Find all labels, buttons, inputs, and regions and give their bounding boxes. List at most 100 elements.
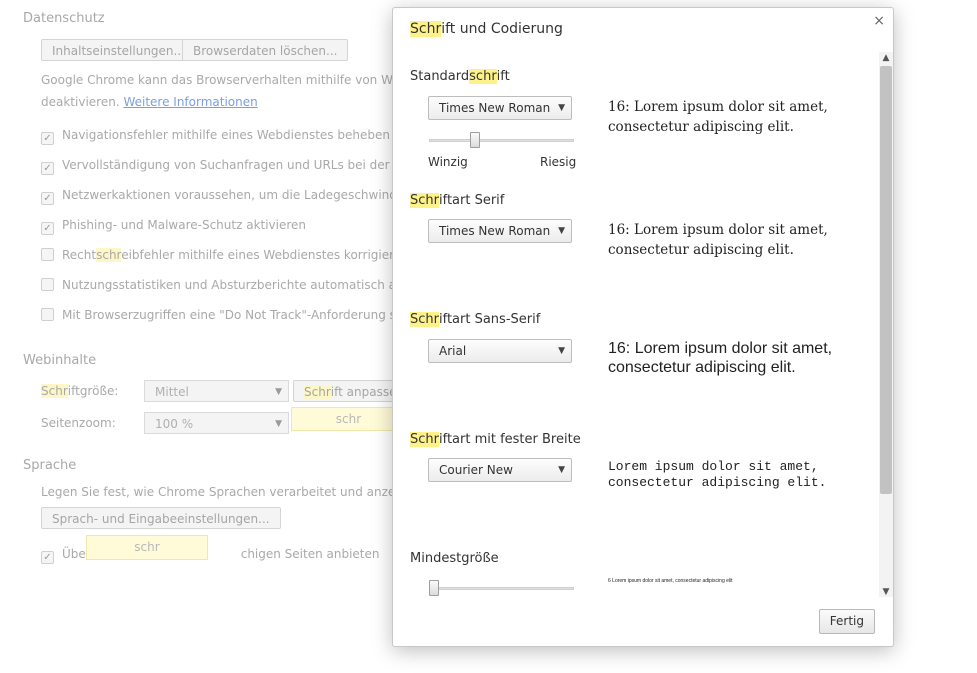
slider-track[interactable]: [429, 587, 574, 590]
chevron-down-icon: ▼: [558, 103, 565, 113]
page-zoom-value: 100 %: [155, 417, 194, 431]
chevron-down-icon: ▼: [275, 419, 282, 429]
dialog-content: Standardschrift Times New Roman ▼ 16: Lor…: [393, 52, 879, 597]
page-zoom-select[interactable]: 100 % ▼: [144, 412, 289, 434]
language-description: Legen Sie fest, wie Chrome Sprachen vera…: [41, 485, 415, 499]
scroll-up-icon[interactable]: ▲: [879, 53, 893, 63]
search-highlight: Schr: [304, 385, 331, 399]
standard-font-label-pre: Standard: [410, 69, 470, 84]
serif-font-label: Schriftart Serif: [410, 193, 504, 208]
checkbox-unchecked-icon[interactable]: [41, 248, 54, 261]
checkbox-usage-stats[interactable]: Nutzungsstatistiken und Absturzberichte …: [41, 278, 439, 292]
slider-track[interactable]: [429, 139, 574, 142]
checkbox-phishing-protection[interactable]: ✓ Phishing- und Malware-Schutz aktivieren: [41, 218, 306, 235]
content-settings-button[interactable]: Inhaltseinstellungen...: [41, 39, 196, 61]
slider-handle[interactable]: [429, 580, 439, 596]
checkbox-label-tail: chigen Seiten anbieten: [240, 547, 380, 561]
checkbox-label: Phishing- und Malware-Schutz aktivieren: [62, 218, 307, 232]
scrollbar-thumb[interactable]: [880, 66, 892, 494]
dialog-title-rest: ift und Codierung: [441, 21, 563, 37]
fonts-and-encoding-dialog: Schrift und Codierung × Standardschrift …: [392, 7, 894, 647]
page-zoom-label: Seitenzoom:: [41, 416, 116, 430]
checkbox-unchecked-icon[interactable]: [41, 278, 54, 291]
scroll-down-icon[interactable]: ▼: [879, 587, 893, 597]
search-highlight: Schr: [410, 193, 439, 208]
font-size-label: Schriftgröße:: [41, 384, 118, 398]
standard-font-select[interactable]: Times New Roman ▼: [428, 96, 572, 120]
sans-serif-font-select[interactable]: Arial ▼: [428, 339, 572, 363]
close-icon[interactable]: ×: [873, 13, 885, 29]
font-size-value: Mittel: [155, 385, 189, 399]
checkbox-label: Netzwerkaktionen voraussehen, um die Lad…: [62, 188, 440, 202]
checkbox-checked-icon[interactable]: ✓: [41, 132, 54, 145]
chevron-down-icon: ▼: [558, 226, 565, 236]
fixed-width-font-value: Courier New: [439, 463, 513, 477]
search-highlight: Schr: [410, 21, 442, 37]
clear-browsing-data-button[interactable]: Browserdaten löschen...: [182, 39, 349, 61]
standard-font-label-post: ift: [496, 69, 510, 84]
checkbox-checked-icon[interactable]: ✓: [41, 162, 54, 175]
standard-font-sample: 16: Lorem ipsum dolor sit amet, consecte…: [608, 99, 828, 135]
fixed-width-font-select[interactable]: Courier New ▼: [428, 458, 572, 482]
minimum-size-sample: 6 Lorem ipsum dolor sit amet, consectetu…: [608, 578, 733, 584]
slider-max-label: Riesig: [540, 155, 577, 169]
sans-serif-font-label-rest: iftart Sans-Serif: [438, 312, 541, 327]
chevron-down-icon: ▼: [558, 465, 565, 475]
font-size-label-rest: iftgröße:: [67, 384, 119, 398]
checkbox-label: Mit Browserzugriffen eine "Do Not Track"…: [62, 308, 431, 322]
minimum-size-slider[interactable]: [429, 580, 574, 597]
checkbox-nav-errors[interactable]: ✓ Navigationsfehler mithilfe eines Webdie…: [41, 128, 390, 145]
search-highlight: Schr: [41, 384, 68, 398]
checkbox-spelling-service[interactable]: Rechtschreibfehler mithilfe eines Webdie…: [41, 248, 409, 262]
standard-font-label: Standardschrift: [410, 69, 510, 84]
customize-fonts-button[interactable]: Schrift anpassen...: [293, 380, 403, 402]
chevron-down-icon: ▼: [275, 387, 282, 397]
serif-font-sample: 16: Lorem ipsum dolor sit amet, consecte…: [608, 222, 828, 258]
sans-serif-font-sample: 16: Lorem ipsum dolor sit amet, consecte…: [608, 340, 833, 376]
search-highlight: schr: [469, 69, 497, 84]
done-button[interactable]: Fertig: [818, 609, 875, 634]
standard-font-value: Times New Roman: [439, 101, 551, 115]
search-highlight: Schr: [410, 432, 439, 447]
checkbox-predict-network[interactable]: ✓ Netzwerkaktionen voraussehen, um die La…: [41, 188, 440, 205]
checkbox-label: Recht: [62, 248, 97, 262]
sans-serif-font-label: Schriftart Sans-Serif: [410, 312, 540, 327]
standard-font-size-slider[interactable]: [429, 132, 574, 150]
language-section-title: Sprache: [23, 458, 77, 473]
fixed-width-font-sample: Lorem ipsum dolor sit amet, consectetur …: [608, 459, 827, 490]
sans-serif-font-value: Arial: [439, 344, 467, 358]
fixed-width-font-label: Schriftart mit fester Breite: [410, 432, 581, 447]
privacy-description-line2: deaktivieren. Weitere Informationen: [41, 95, 258, 109]
search-highlight-tooltip: schr: [86, 535, 208, 560]
fixed-width-font-label-rest: iftart mit fester Breite: [438, 432, 581, 447]
search-highlight: schr: [96, 248, 122, 262]
search-highlight: Schr: [410, 312, 439, 327]
checkbox-label: Nutzungsstatistiken und Absturzberichte …: [62, 278, 439, 292]
checkbox-unchecked-icon[interactable]: [41, 308, 54, 321]
serif-font-select[interactable]: Times New Roman ▼: [428, 219, 572, 243]
checkbox-search-completion[interactable]: ✓ Vervollständigung von Suchanfragen und …: [41, 158, 442, 175]
font-size-select[interactable]: Mittel ▼: [144, 380, 289, 402]
privacy-section-title: Datenschutz: [23, 11, 105, 26]
checkbox-label: Vervollständigung von Suchanfragen und U…: [62, 158, 442, 172]
chevron-down-icon: ▼: [558, 346, 565, 356]
checkbox-checked-icon[interactable]: ✓: [41, 192, 54, 205]
language-settings-button[interactable]: Sprach- und Eingabeeinstellungen...: [41, 507, 281, 529]
minimum-size-label: Mindestgröße: [410, 551, 499, 566]
dialog-title: Schrift und Codierung: [410, 21, 563, 37]
checkbox-label-rest: eibfehler mithilfe eines Webdienstes kor…: [121, 248, 409, 262]
learn-more-link[interactable]: Weitere Informationen: [123, 95, 257, 109]
slider-min-label: Winzig: [428, 155, 468, 169]
privacy-description-prefix: deaktivieren.: [41, 95, 124, 109]
serif-font-label-rest: iftart Serif: [438, 193, 505, 208]
dialog-scrollbar[interactable]: ▲ ▼: [879, 52, 893, 597]
privacy-description: Google Chrome kann das Browserverhalten …: [41, 73, 440, 87]
web-content-section-title: Webinhalte: [23, 353, 97, 368]
serif-font-value: Times New Roman: [439, 224, 551, 238]
checkbox-do-not-track[interactable]: Mit Browserzugriffen eine "Do Not Track"…: [41, 308, 431, 322]
checkbox-checked-icon[interactable]: ✓: [41, 551, 54, 564]
slider-handle[interactable]: [470, 132, 480, 148]
search-highlight-tooltip: schr: [291, 407, 406, 431]
checkbox-label: Navigationsfehler mithilfe eines Webdien…: [62, 128, 390, 142]
checkbox-checked-icon[interactable]: ✓: [41, 222, 54, 235]
